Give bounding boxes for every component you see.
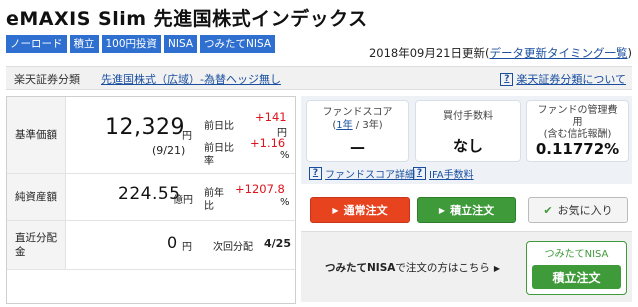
net-assets-change-label-2: 比 — [204, 201, 214, 212]
score-3year-label: 3年 — [362, 120, 379, 131]
check-icon: ✔ — [543, 203, 553, 217]
net-assets-row: 純資産額 224.55 億円 前年 比 +1207.8 % — [7, 174, 295, 221]
next-distribution-label: 次回分配 — [213, 242, 253, 253]
net-assets-change-unit: % — [280, 197, 290, 208]
nisa-order-group: つみたてNISA 積立注文 — [526, 241, 627, 295]
help-icon: ? — [309, 167, 322, 180]
fund-tags: ノーロード 積立 100円投資 NISA つみたてNISA — [6, 35, 276, 53]
buy-fee-value: なし — [452, 137, 483, 155]
nisa-prompt-rest: で注文の方はこちら — [395, 262, 490, 274]
distribution-label-1: 直近分配 — [15, 232, 57, 244]
fund-score-title: ファンドスコア — [322, 107, 393, 118]
category-bar: 楽天証券分類 先進国株式（広域）-為替ヘッジ無し ? 楽天証券分類について — [6, 66, 632, 90]
category-about-link[interactable]: ? 楽天証券分類について — [500, 71, 626, 87]
net-assets-change-value: +1207.8 — [235, 182, 285, 196]
ifa-fee-label: IFA手数料 — [429, 170, 474, 181]
nav-change-value: +141 — [255, 110, 287, 124]
nisa-accumulation-order-button[interactable]: 積立注文 — [532, 265, 621, 289]
nav-label-cell: 基準価額 — [7, 97, 66, 173]
category-about-label: 楽天証券分類について — [516, 73, 626, 86]
favorite-button[interactable]: ✔ お気に入り — [528, 197, 628, 223]
net-assets-value: 224.55 — [118, 184, 181, 204]
fund-score-value: — — [350, 138, 365, 156]
arrow-right-icon: ▶ — [493, 264, 501, 273]
help-icon: ? — [413, 167, 426, 180]
distribution-row: 直近分配 金 0 円 次回分配 4/25 — [7, 221, 295, 270]
mgmt-fee-title-2: 用 — [572, 117, 583, 128]
nav-value: 12,329 — [105, 115, 185, 140]
distribution-label-cell: 直近分配 金 — [7, 221, 66, 269]
net-assets-label-cell: 純資産額 — [7, 174, 66, 220]
distribution-unit: 円 — [182, 242, 192, 253]
favorite-label: お気に入り — [557, 204, 613, 217]
category-value-link[interactable]: 先進国株式（広域）-為替ヘッジ無し — [101, 71, 281, 87]
accumulation-order-button[interactable]: ▶ 積立注文 — [417, 197, 516, 223]
fund-score-card: ファンドスコア (1年 / 3年) — — [306, 100, 409, 162]
fund-title: eMAXIS Slim 先進国株式インデックス — [6, 8, 368, 30]
stats-table: 基準価額 12,329 円 (9/21) 前日比 +141 円 前日比 率 +1… — [6, 96, 296, 304]
buy-fee-title: 買付手数料 — [443, 111, 493, 122]
tag-accumulation: 積立 — [69, 35, 99, 53]
next-distribution-value: 4/25 — [264, 237, 291, 250]
fund-score-detail-label: ファンドスコア詳細 — [325, 170, 415, 181]
category-label: 楽天証券分類 — [14, 73, 80, 86]
regular-order-label: 通常注文 — [343, 204, 388, 217]
score-1year-link[interactable]: 1年 — [336, 120, 352, 131]
mgmt-fee-title-1: ファンドの管理費 — [537, 105, 618, 116]
nav-rate-label-2: 率 — [204, 156, 214, 167]
ifa-fee-link[interactable]: ? IFA手数料 — [413, 166, 474, 181]
fund-score-detail-link[interactable]: ? ファンドスコア詳細 — [309, 166, 415, 181]
nisa-prompt: つみたてNISAで注文の方はこちら ▶ — [325, 260, 500, 275]
net-assets-label: 純資産額 — [15, 191, 57, 203]
regular-order-button[interactable]: ▶ 通常注文 — [310, 197, 410, 223]
tag-tsumitate-nisa: つみたてNISA — [200, 35, 276, 53]
help-icon: ? — [500, 72, 514, 86]
nav-unit: 円 — [182, 131, 192, 142]
mgmt-fee-value: 0.11772% — [535, 140, 620, 158]
nav-row: 基準価額 12,329 円 (9/21) 前日比 +141 円 前日比 率 +1… — [7, 97, 295, 174]
buy-fee-card: 買付手数料 なし — [415, 100, 521, 162]
nav-date: (9/21) — [152, 144, 186, 157]
update-close-paren: ) — [627, 46, 633, 60]
nav-rate-unit: % — [280, 150, 290, 161]
fund-info-panel: ファンドスコア (1年 / 3年) — 買付手数料 なし ファンドの管理費 用 … — [301, 96, 632, 184]
distribution-label-2: 金 — [15, 246, 26, 258]
tsumitate-nisa-box: つみたてNISAで注文の方はこちら ▶ つみたてNISA 積立注文 — [301, 231, 632, 302]
arrow-right-icon: ▶ — [332, 205, 339, 215]
nav-label: 基準価額 — [15, 129, 57, 141]
net-assets-unit: 億円 — [173, 195, 193, 206]
accumulation-order-label: 積立注文 — [450, 204, 495, 217]
update-timing-link[interactable]: データ更新タイミング一覧 — [490, 46, 628, 60]
tag-nisa: NISA — [164, 35, 198, 53]
nisa-badge: つみたてNISA — [544, 249, 609, 260]
update-date: 2018年09月21日更新( — [368, 46, 490, 60]
nav-rate-value: +1.16 — [250, 136, 286, 150]
nav-change-label: 前日比 — [204, 121, 234, 132]
score-separator: / — [352, 120, 363, 131]
arrow-right-icon: ▶ — [438, 205, 446, 215]
paren-close: ) — [378, 120, 383, 131]
fund-score-periods: (1年 / 3年) — [307, 119, 408, 132]
update-info: 2018年09月21日更新(データ更新タイミング一覧) — [369, 45, 632, 61]
distribution-value: 0 — [167, 233, 178, 252]
mgmt-fee-card: ファンドの管理費 用 (含む信託報酬) 0.11772% — [526, 100, 629, 162]
nisa-prompt-bold: つみたてNISA — [325, 262, 396, 274]
tag-100yen: 100円投資 — [101, 35, 162, 53]
tag-no-load: ノーロード — [6, 35, 67, 53]
